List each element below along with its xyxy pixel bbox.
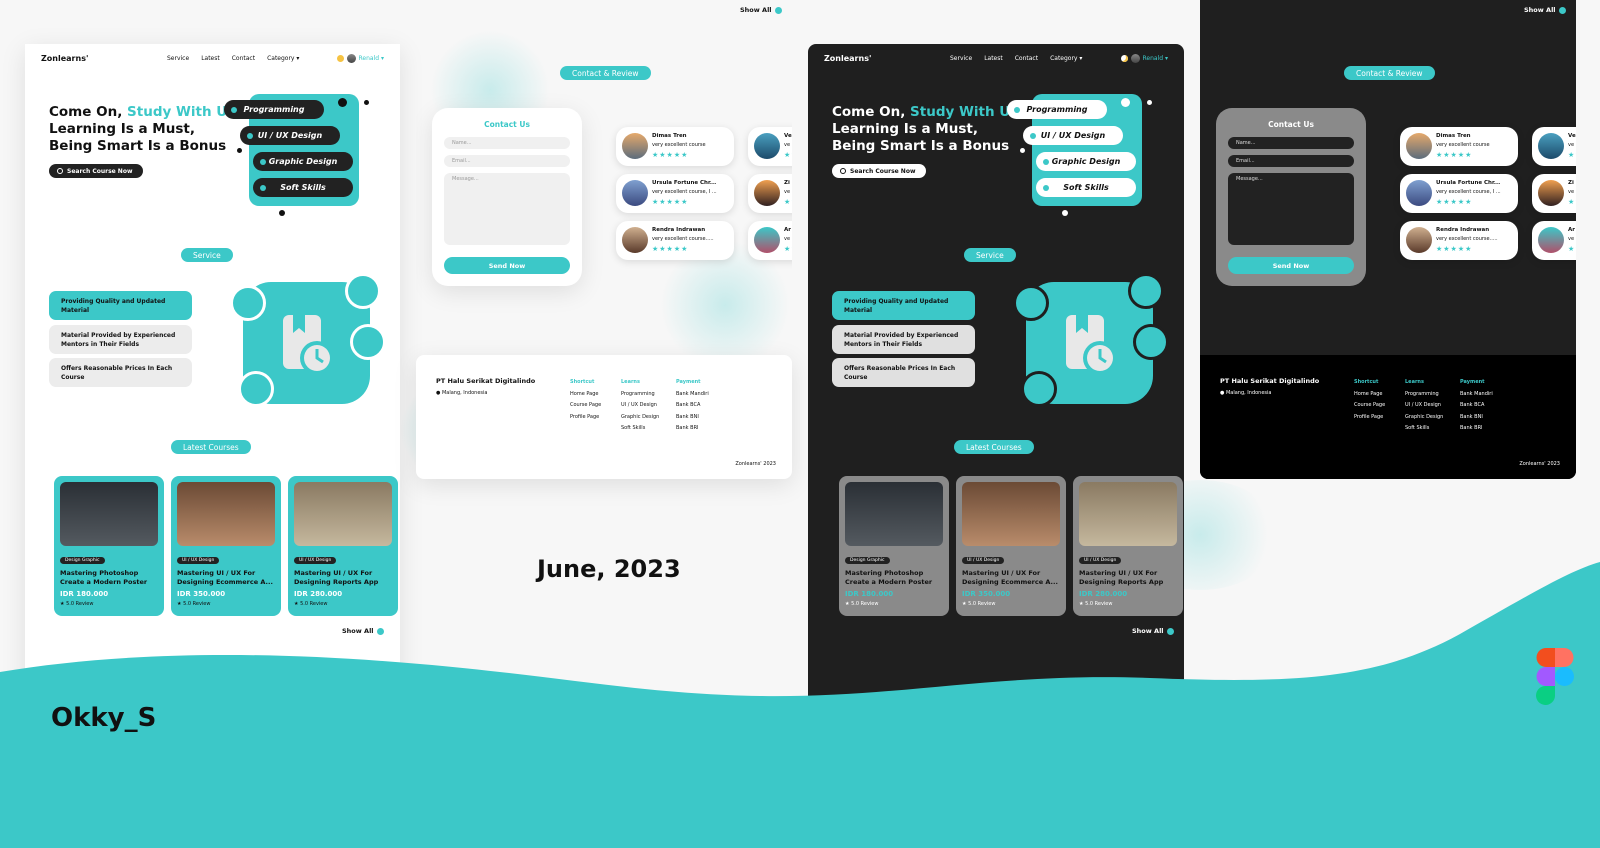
- footer-link[interactable]: Graphic Design: [621, 412, 659, 424]
- latest-courses-badge: Latest Courses: [171, 440, 251, 454]
- contact-light-area: Contact Us Name... Email... Message... S…: [416, 0, 792, 340]
- teal-wave: [0, 562, 1600, 848]
- copyright: Zonlearns' 2023: [735, 461, 776, 467]
- navbar: Zonlearns' Service Latest Contact Catego…: [41, 52, 384, 64]
- company-name: PT Halu Serikat Digitalindo: [436, 377, 536, 385]
- search-icon: [57, 168, 63, 174]
- arrow-right-icon: [1558, 6, 1566, 14]
- show-all-link[interactable]: Show All: [1524, 6, 1566, 14]
- send-now-button[interactable]: Send Now: [1228, 257, 1354, 274]
- nav-category[interactable]: Category ▾: [267, 55, 299, 62]
- name-field[interactable]: Name...: [1228, 137, 1354, 149]
- phone-icon: [230, 285, 266, 321]
- footer-link[interactable]: Course Page: [570, 400, 601, 412]
- footer-light: PT Halu Serikat Digitalindo ● Malang, In…: [416, 355, 792, 479]
- email-field[interactable]: Email...: [1228, 155, 1354, 167]
- footer-link[interactable]: Programming: [621, 389, 659, 401]
- footer-link[interactable]: Home Page: [570, 389, 601, 401]
- moon-icon[interactable]: [1120, 54, 1128, 62]
- feature-prices[interactable]: Offers Reasonable Prices In Each Course: [49, 358, 192, 387]
- footer-dark: PT Halu Serikat Digitalindo ● Malang, In…: [1200, 355, 1576, 479]
- sun-icon[interactable]: [336, 54, 344, 62]
- footer-link[interactable]: Soft Skills: [621, 423, 659, 435]
- category-pill-uiux[interactable]: UI / UX Design: [240, 126, 340, 145]
- deco-dot: [364, 100, 369, 105]
- review-card: Dimas Tren very excellent course ★★★★★: [616, 127, 734, 166]
- user-menu[interactable]: Renald ▾: [359, 55, 384, 62]
- feature-quality[interactable]: Providing Quality and Updated Material: [49, 291, 192, 320]
- review-card-partial: Arve★★★★★: [748, 221, 792, 260]
- nav-contact[interactable]: Contact: [232, 55, 255, 62]
- message-field[interactable]: Message...: [1228, 173, 1354, 245]
- phone-icon: [238, 371, 274, 407]
- review-card: Rendra Indrawan very excellent course....…: [616, 221, 734, 260]
- figma-icon: [1536, 648, 1574, 705]
- avatar: [346, 53, 356, 63]
- name-field[interactable]: Name...: [444, 137, 570, 149]
- review-card-partial: Veve★★★★★: [748, 127, 792, 166]
- category-pill-graphic[interactable]: Graphic Design: [253, 152, 353, 171]
- laptop-icon: [345, 273, 381, 309]
- service-badge: Service: [181, 248, 233, 262]
- deco-dot: [279, 210, 285, 216]
- email-field[interactable]: Email...: [444, 155, 570, 167]
- hero-title: Come On, Study With Us Learning Is a Must…: [49, 104, 236, 154]
- hero-title-dark: Come On, Study With Us Learning Is a Must…: [832, 104, 1019, 154]
- deco-dot: [338, 98, 347, 107]
- search-icon: [840, 168, 846, 174]
- laptop-icon: [1128, 273, 1164, 309]
- contact-dark-panel: Show All Contact & Review Contact Us Nam…: [1200, 0, 1576, 479]
- review-card-partial: Zive★★★★★: [748, 174, 792, 213]
- avatar: [1130, 53, 1140, 63]
- footer-link[interactable]: UI / UX Design: [621, 400, 659, 412]
- contact-form-dark: Contact Us Name... Email... Message... S…: [1216, 108, 1366, 286]
- tablet-icon: [1133, 324, 1169, 360]
- send-now-button[interactable]: Send Now: [444, 257, 570, 274]
- search-course-button-dark[interactable]: Search Course Now: [832, 164, 926, 178]
- contact-form: Contact Us Name... Email... Message... S…: [432, 108, 582, 286]
- author-name: Okky_S: [51, 703, 157, 733]
- phone-icon: [1013, 285, 1049, 321]
- feature-mentors[interactable]: Material Provided by Experienced Mentors…: [49, 325, 192, 354]
- nav-latest[interactable]: Latest: [201, 55, 220, 62]
- brand-logo[interactable]: Zonlearns': [41, 54, 88, 63]
- company-location: ● Malang, Indonesia: [436, 390, 488, 396]
- tablet-icon: [350, 324, 386, 360]
- category-pill-programming[interactable]: Programming: [224, 100, 324, 119]
- navbar-dark: Zonlearns' Service Latest Contact Catego…: [824, 53, 1168, 63]
- category-pill-softskills[interactable]: Soft Skills: [253, 178, 353, 197]
- footer-link[interactable]: Profile Page: [570, 412, 601, 424]
- phone-icon: [1021, 371, 1057, 407]
- deco-dot: [237, 148, 242, 153]
- message-field[interactable]: Message...: [444, 173, 570, 245]
- nav-service[interactable]: Service: [167, 55, 189, 62]
- review-card: Ursula Fortune Chr... very excellent cour…: [616, 174, 734, 213]
- search-course-button[interactable]: Search Course Now: [49, 164, 143, 178]
